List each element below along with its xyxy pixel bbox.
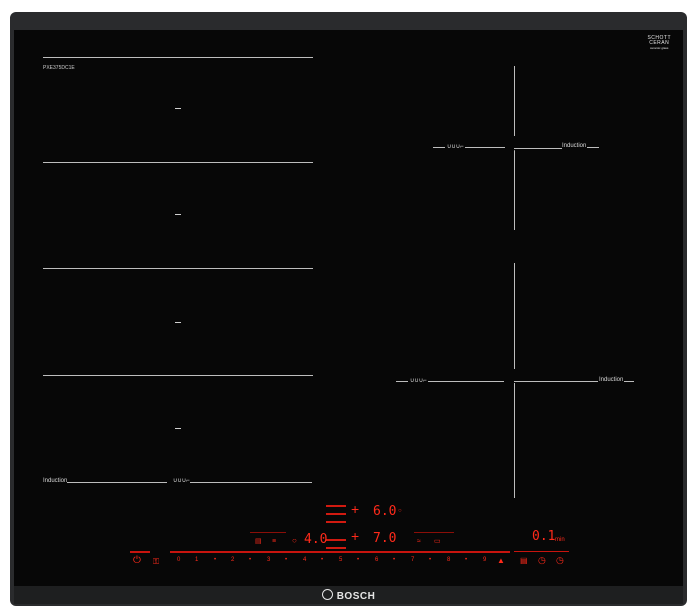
left-zone-display: 4.0 <box>304 532 328 547</box>
heat-bar-5 <box>326 547 346 549</box>
scale-dot-2[interactable]: • <box>249 557 251 564</box>
induction-label-lower: Induction <box>599 377 624 383</box>
scale-dot-5[interactable]: • <box>357 557 359 564</box>
right-zone-vertical-2 <box>514 150 515 230</box>
heat-bar-4 <box>326 539 346 541</box>
bosch-wordmark: BOSCH <box>336 591 376 602</box>
bosch-emblem-icon <box>321 589 333 600</box>
upper-zone-display: 6.0 <box>373 504 397 519</box>
zone-center-mark-3 <box>175 322 181 323</box>
flex-line-upper-a <box>433 147 445 148</box>
ceramic-glass-text: ceramic glass <box>650 46 669 50</box>
scale-8[interactable]: 8 <box>447 557 450 564</box>
zone-divider-1 <box>43 57 313 58</box>
model-code: PXE375DC1E <box>43 65 75 71</box>
flex-line-left <box>190 482 312 483</box>
flex-symbol-lower: ∪∪∪⌐ <box>410 378 427 384</box>
plus-icon-upper[interactable]: + <box>351 502 359 516</box>
scale-6[interactable]: 6 <box>375 557 378 564</box>
left-control-line <box>250 532 286 533</box>
right-zone-vertical-3 <box>514 263 515 369</box>
schott-ceran-logo: SCHOTT CERAN ceramic glass <box>647 36 671 51</box>
scale-dot-3[interactable]: • <box>285 557 287 564</box>
lower-zone-display: 7.0 <box>373 531 397 546</box>
zone-divider-2 <box>43 162 313 163</box>
power-icon[interactable]: ⏻ <box>133 556 141 566</box>
keep-warm-icon[interactable]: ▤ <box>255 537 262 546</box>
ceramic-glass-surface <box>14 30 683 588</box>
right-zone-arc-bottom <box>514 381 598 382</box>
scale-2[interactable]: 2 <box>231 557 234 564</box>
induction-line-lower <box>624 381 634 382</box>
heat-bar-3 <box>326 521 346 523</box>
induction-line-upper <box>587 147 599 148</box>
flex-symbol-upper: ∪∪∪⌐ <box>447 144 464 150</box>
menu-icon[interactable]: ≡ <box>272 537 276 546</box>
bosch-logo: BOSCH <box>0 589 697 602</box>
timer-display: 0.1 <box>532 529 556 544</box>
flex-zone-icon[interactable]: ≈ <box>417 537 421 546</box>
pan-icon[interactable]: ▭ <box>434 537 441 546</box>
flex-symbol-left: ∪∪∪⌐ <box>173 478 190 484</box>
scale-0[interactable]: 0 <box>177 557 180 564</box>
power-line <box>130 551 150 553</box>
boost-icon[interactable]: ▲ <box>497 556 505 565</box>
zone-center-mark-2 <box>175 214 181 215</box>
slider-track[interactable] <box>170 551 510 553</box>
induction-label-upper: Induction <box>562 143 587 149</box>
scale-dot-7[interactable]: • <box>429 557 431 564</box>
child-lock-icon[interactable]: ⚿ <box>153 557 159 566</box>
scale-dot-1[interactable]: • <box>214 557 216 564</box>
scale-1[interactable]: 1 <box>195 557 198 564</box>
right-control-line <box>414 532 454 533</box>
scale-4[interactable]: 4 <box>303 557 306 564</box>
timer-icon[interactable]: ◷ <box>538 556 546 565</box>
right-zone-vertical-1 <box>514 66 515 136</box>
timer-unit: min <box>555 537 565 543</box>
scale-dot-8[interactable]: • <box>465 557 467 564</box>
scale-dot-4[interactable]: • <box>321 557 323 564</box>
timer-line <box>514 551 569 552</box>
scale-dot-6[interactable]: • <box>393 557 395 564</box>
zone-select-icon[interactable]: ○ <box>292 536 297 545</box>
right-zone-vertical-4 <box>514 383 515 498</box>
scale-9[interactable]: 9 <box>483 557 486 564</box>
scale-5[interactable]: 5 <box>339 557 342 564</box>
heat-bar-1 <box>326 505 346 507</box>
flex-line-upper-b <box>465 147 505 148</box>
dot-icon-upper: ○ <box>398 508 402 514</box>
flex-line-lower-b <box>428 381 504 382</box>
induction-label-left: Induction <box>43 478 68 484</box>
zone-divider-3 <box>43 268 313 269</box>
plus-icon-lower[interactable]: + <box>351 529 359 543</box>
right-zone-arc-top <box>514 148 562 149</box>
heat-bar-2 <box>326 513 346 515</box>
scale-7[interactable]: 7 <box>411 557 414 564</box>
clock-icon[interactable]: ◷ <box>556 556 564 565</box>
flex-line-lower-a <box>396 381 408 382</box>
zone-center-mark-1 <box>175 108 181 109</box>
scale-3[interactable]: 3 <box>267 557 270 564</box>
zone-center-mark-4 <box>175 428 181 429</box>
induction-line-left <box>67 482 167 483</box>
zone-divider-4 <box>43 375 313 376</box>
cooking-sensor-icon[interactable]: ▤ <box>520 556 528 565</box>
